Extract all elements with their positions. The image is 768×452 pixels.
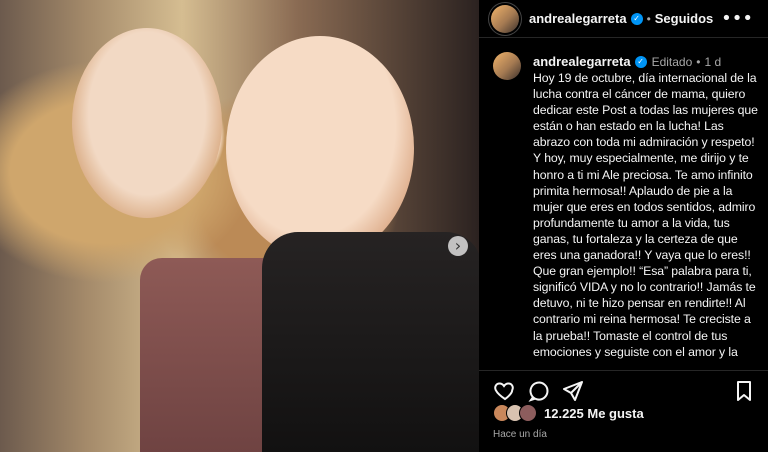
heart-icon[interactable] [493, 379, 517, 403]
caption-separator: • [696, 54, 701, 69]
comment-icon[interactable] [527, 379, 551, 403]
right-face [226, 36, 414, 260]
left-face [72, 28, 222, 218]
likes-count[interactable]: 12.225 Me gusta [544, 406, 644, 421]
likes-row[interactable]: 12.225 Me gusta [493, 404, 644, 422]
right-shirt [262, 232, 479, 452]
caption-avatar[interactable] [493, 52, 521, 80]
avatar[interactable] [491, 4, 519, 33]
verified-badge-icon: ✓ [630, 12, 643, 25]
more-options-icon[interactable]: ••• [721, 8, 753, 29]
post-panel: andrealegarreta ✓ • Seguidos ••• andreal… [479, 0, 768, 452]
carousel-next-button[interactable]: › [448, 236, 468, 256]
header-separator: • [646, 11, 651, 26]
liker-avatar-3[interactable] [519, 404, 537, 422]
edited-label: Editado [651, 54, 693, 69]
header-username[interactable]: andrealegarreta [529, 11, 627, 26]
caption-area[interactable]: andrealegarreta ✓ Editado • 1 d Hoy 19 d… [479, 38, 768, 362]
action-bar [479, 370, 768, 403]
post-photo[interactable]: › [0, 0, 479, 452]
caption-meta: andrealegarreta ✓ Editado • 1 d [533, 54, 758, 69]
bookmark-icon[interactable] [732, 379, 756, 403]
caption-text: Hoy 19 de octubre, día internacional de … [533, 71, 759, 362]
post-time-ago[interactable]: Hace un día [493, 429, 547, 440]
share-icon[interactable] [561, 379, 585, 403]
post-header: andrealegarreta ✓ • Seguidos ••• [479, 0, 768, 38]
following-button[interactable]: Seguidos [655, 11, 714, 26]
verified-badge-icon: ✓ [634, 55, 647, 68]
caption-username[interactable]: andrealegarreta [533, 54, 631, 69]
caption-time[interactable]: 1 d [704, 55, 721, 69]
caption-head [493, 52, 521, 80]
